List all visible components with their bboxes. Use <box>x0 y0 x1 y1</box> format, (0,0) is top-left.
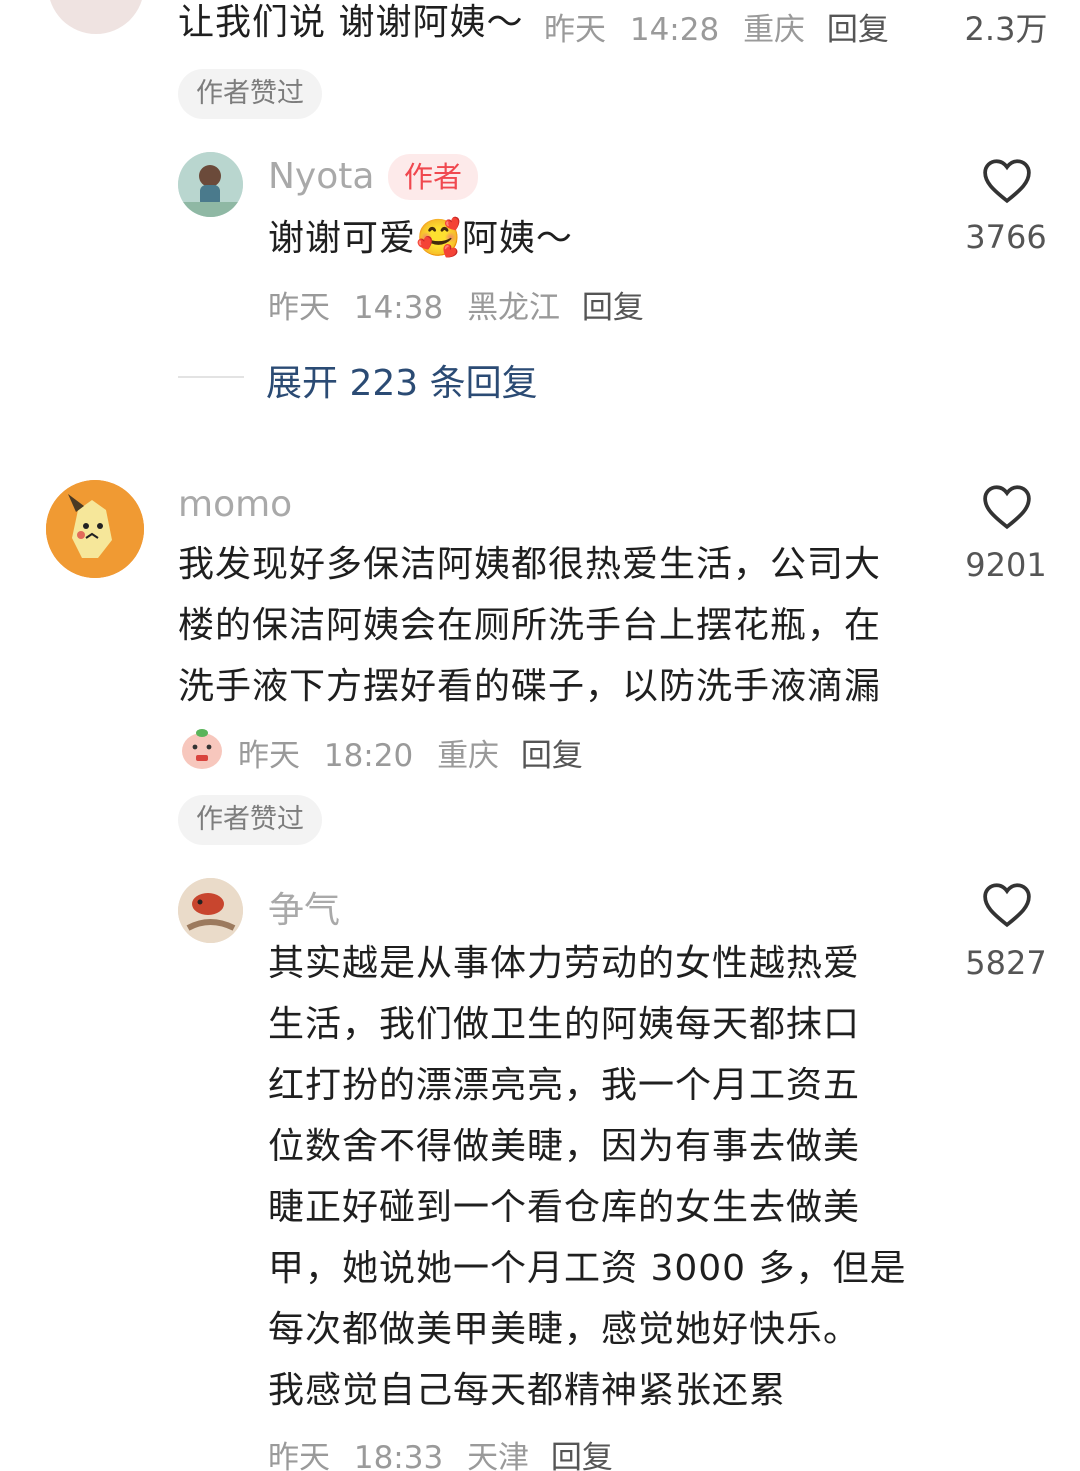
comment-meta: 昨天 14:28 重庆 回复 <box>544 4 889 49</box>
comment-line: 我发现好多保洁阿姨都很热爱生活，公司大 <box>178 544 882 585</box>
reply-date: 昨天 <box>268 290 330 326</box>
like-count: 2.3万 <box>964 10 1048 48</box>
reply-meta: 昨天 18:33 天津 回复 <box>268 1432 613 1471</box>
comment-text: 我发现好多保洁阿姨都很热爱生活，公司大 楼的保洁阿姨会在厕所洗手台上摆花瓶，在 … <box>178 534 938 717</box>
reply-meta: 昨天 14:38 黑龙江 回复 <box>268 282 644 327</box>
expand-divider <box>178 376 244 378</box>
username[interactable]: Nyota <box>268 156 374 197</box>
comment-meta: 昨天 18:20 重庆 回复 <box>238 730 583 775</box>
like-count: 5827 <box>965 944 1047 982</box>
like-count: 3766 <box>965 218 1047 256</box>
reply-line: 其实越是从事体力劳动的女性越热爱 <box>268 943 861 984</box>
reply-line: 位数舍不得做美睫，因为有事去做美 <box>268 1126 861 1167</box>
like-count: 9201 <box>965 546 1047 584</box>
comment-line: 楼的保洁阿姨会在厕所洗手台上摆花瓶，在 <box>178 605 882 646</box>
comment-date: 昨天 <box>544 12 606 48</box>
comment-date: 昨天 <box>238 738 300 774</box>
reply-date: 昨天 <box>268 1440 330 1471</box>
reply-line: 红打扮的漂漂亮亮，我一个月工资五 <box>268 1065 861 1106</box>
reply-line: 睫正好碰到一个看仓库的女生去做美 <box>268 1187 861 1228</box>
username[interactable]: 争气 <box>268 881 340 933</box>
avatar[interactable] <box>178 878 243 943</box>
reply-text: 谢谢可爱🥰阿姨～ <box>268 208 573 269</box>
reply-line: 生活，我们做卫生的阿姨每天都抹口 <box>268 1004 861 1045</box>
reply-line: 甲，她说她一个月工资 3000 多，但是 <box>268 1248 907 1289</box>
reply-time: 18:33 <box>353 1440 444 1471</box>
sticker-icon <box>182 729 222 769</box>
avatar[interactable] <box>178 152 243 217</box>
reply-text-part: 谢谢可爱 <box>268 218 417 259</box>
username[interactable]: momo <box>178 484 292 525</box>
emoji: 🥰 <box>416 218 462 259</box>
reply-line: 我感觉自己每天都精神紧张还累 <box>268 1370 787 1411</box>
avatar[interactable] <box>46 480 144 578</box>
reply-time: 14:38 <box>353 290 444 326</box>
reply-location: 天津 <box>467 1440 530 1471</box>
reply-text: 其实越是从事体力劳动的女性越热爱 生活，我们做卫生的阿姨每天都抹口 红打扮的漂漂… <box>268 933 938 1421</box>
heart-icon[interactable] <box>982 158 1032 204</box>
reply-button[interactable]: 回复 <box>582 290 644 326</box>
reply-button[interactable]: 回复 <box>827 12 889 48</box>
heart-icon[interactable] <box>982 882 1032 928</box>
avatar[interactable] <box>48 0 144 34</box>
reply-location: 黑龙江 <box>467 290 561 326</box>
comment-time: 18:20 <box>323 738 414 774</box>
expand-replies-link[interactable]: 展开 223 条回复 <box>266 354 538 406</box>
author-liked-badge: 作者赞过 <box>178 795 322 845</box>
author-liked-badge: 作者赞过 <box>178 69 322 119</box>
reply-button[interactable]: 回复 <box>551 1440 613 1471</box>
reply-text-part: 阿姨～ <box>461 218 573 259</box>
heart-icon[interactable] <box>982 484 1032 530</box>
author-tag: 作者 <box>388 154 479 200</box>
comment-location: 重庆 <box>437 738 500 774</box>
reply-button[interactable]: 回复 <box>521 738 583 774</box>
reply-line: 每次都做美甲美睫，感觉她好快乐。 <box>268 1309 861 1350</box>
comment-location: 重庆 <box>743 12 806 48</box>
comment-time: 14:28 <box>629 12 720 48</box>
comment-text: 让我们说 谢谢阿姨～ <box>178 2 524 43</box>
comment-line: 洗手液下方摆好看的碟子，以防洗手液滴漏 <box>178 666 882 707</box>
